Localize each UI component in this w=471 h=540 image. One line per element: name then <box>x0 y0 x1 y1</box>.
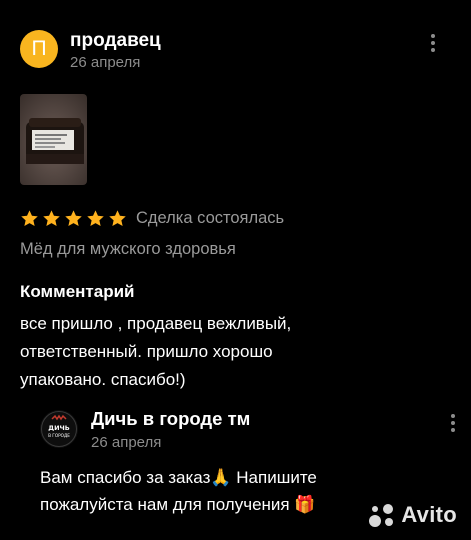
rating-row: Сделка состоялась <box>20 206 284 230</box>
comment-line: упаковано. спасибо!) <box>20 370 186 389</box>
comment-text: все пришло , продавец вежливый, ответств… <box>20 310 440 394</box>
star-rating <box>20 209 127 228</box>
comment-line: все пришло , продавец вежливый, <box>20 314 292 333</box>
reply-line: Вам спасибо за заказ🙏 Напишите <box>40 468 317 487</box>
review-more-icon[interactable] <box>429 34 437 52</box>
reply-avatar-text-top: ДИЧЬ <box>48 424 69 432</box>
avito-logo-text: Avito <box>401 502 457 527</box>
reply-date: 26 апреля <box>91 434 162 451</box>
deal-status: Сделка состоялась <box>136 208 285 227</box>
review-header: П продавец 26 апреля <box>20 28 451 72</box>
comment-line: ответственный. пришло хорошо <box>20 342 273 361</box>
author-name[interactable]: продавец <box>70 30 161 52</box>
reply-author-name[interactable]: Дичь в городе тм <box>91 408 250 430</box>
avito-logo-icon <box>368 501 396 529</box>
star-icon <box>21 209 38 226</box>
review-photo[interactable] <box>20 94 87 185</box>
reply-avatar[interactable]: ДИЧЬ В ГОРОДЕ <box>40 410 78 448</box>
star-icon <box>43 209 60 226</box>
star-icon <box>109 209 126 226</box>
star-icon <box>65 209 82 226</box>
reply-avatar-text-bottom: В ГОРОДЕ <box>48 433 70 438</box>
item-title[interactable]: Мёд для мужского здоровья <box>20 240 236 259</box>
review-date: 26 апреля <box>70 54 141 71</box>
comment-label: Комментарий <box>20 282 135 301</box>
author-avatar[interactable]: П <box>20 30 58 68</box>
avito-watermark: Avito <box>368 500 457 530</box>
star-icon <box>87 209 104 226</box>
reply-more-icon[interactable] <box>449 414 457 432</box>
